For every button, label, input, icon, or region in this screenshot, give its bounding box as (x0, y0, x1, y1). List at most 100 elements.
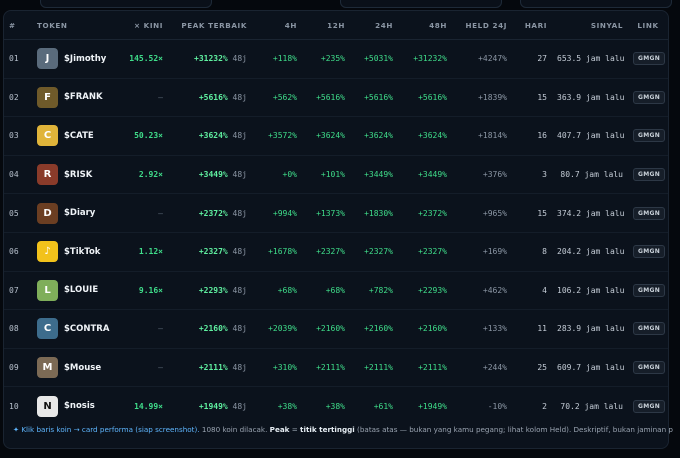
gmgn-link-button[interactable]: GMGN (633, 361, 666, 375)
token-cell[interactable]: M $Mouse (32, 348, 118, 388)
row-index: 08 (4, 309, 32, 349)
gmgn-link-button[interactable]: GMGN (633, 168, 666, 182)
gmgn-link-button[interactable]: GMGN (633, 52, 666, 66)
h48-value: +2327% (398, 232, 452, 272)
token-avatar-icon: M (37, 357, 58, 379)
top-tab-3 (520, 0, 672, 8)
h4-value: +310% (252, 348, 302, 388)
h12-value: +2111% (302, 348, 350, 388)
token-name: $FRANK (64, 92, 103, 103)
h4-value: +562% (252, 78, 302, 118)
peak-value: +2327% (198, 247, 228, 257)
table-row[interactable]: 08 C $CONTRA — +2160% 48j +2039% +2160% +2160% +… (4, 309, 668, 349)
col-token[interactable]: TOKEN (32, 11, 118, 40)
table-row[interactable]: 09 M $Mouse — +2111% 48j +310% +2111% +2111% +21… (4, 348, 668, 388)
token-cell[interactable]: F $FRANK (32, 78, 118, 118)
h24-value: +2111% (350, 348, 398, 388)
token-cell[interactable]: N $nosis (32, 387, 118, 425)
token-cell[interactable]: J $Jimothy (32, 39, 118, 79)
table-row[interactable]: 02 F $FRANK — +5616% 48j +562% +5616% +5616% +56… (4, 78, 668, 118)
h24-value: +2327% (350, 232, 398, 272)
peak-value: +31232% (194, 54, 228, 64)
table-row[interactable]: 07 L $LOUIE 9.16× +2293% 48j +68% +68% +782% +22… (4, 271, 668, 311)
gmgn-link-button[interactable]: GMGN (633, 129, 666, 143)
kini-value: — (118, 193, 168, 233)
gmgn-link-button[interactable]: GMGN (633, 206, 666, 220)
sinyal-value: 609.7 jam lalu (552, 348, 628, 388)
footer-hint: Klik baris koin → card performa (siap sc… (21, 425, 200, 434)
peak-unit: 48j (232, 170, 247, 180)
col-kini[interactable]: × KINI (118, 11, 168, 40)
col-hari[interactable]: HARI (512, 11, 552, 40)
hari-value: 25 (512, 348, 552, 388)
peak-cell: +3449% 48j (168, 155, 252, 195)
held-value: +1839% (452, 78, 512, 118)
footer-rest: (batas atas — bukan yang kamu pegang; li… (354, 425, 673, 434)
token-cell[interactable]: C $CONTRA (32, 309, 118, 349)
table-row[interactable]: 04 R $RISK 2.92× +3449% 48j +0% +101% +3449% +34… (4, 155, 668, 195)
token-cell[interactable]: C $CATE (32, 116, 118, 156)
h12-value: +2160% (302, 309, 350, 349)
gmgn-link-button[interactable]: GMGN (633, 283, 666, 297)
table-row[interactable]: 06 ♪ $TikTok 1.12× +2327% 48j +1678% +2327% +23… (4, 232, 668, 272)
leaderboard-panel: # TOKEN × KINI PEAK TERBAIK 4H 12H 24H 4… (3, 10, 669, 449)
hari-value: 27 (512, 39, 552, 79)
sparkle-icon: ✦ (13, 425, 20, 434)
peak-value: +2293% (198, 285, 228, 295)
gmgn-link-button[interactable]: GMGN (633, 399, 666, 413)
hari-value: 11 (512, 309, 552, 349)
top-tab-2 (340, 0, 502, 8)
held-value: +1814% (452, 116, 512, 156)
gmgn-link-button[interactable]: GMGN (633, 90, 666, 104)
held-value: +244% (452, 348, 512, 388)
h24-value: +5616% (350, 78, 398, 118)
row-index: 07 (4, 271, 32, 311)
gmgn-link-button[interactable]: GMGN (633, 322, 666, 336)
peak-value: +2111% (198, 363, 228, 373)
kini-value: — (118, 78, 168, 118)
token-cell[interactable]: ♪ $TikTok (32, 232, 118, 272)
token-name: $CONTRA (64, 323, 110, 334)
held-value: +376% (452, 155, 512, 195)
peak-unit: 48j (232, 363, 247, 373)
token-cell[interactable]: D $Diary (32, 193, 118, 233)
token-name: $Jimothy (64, 53, 107, 64)
token-cell[interactable]: R $RISK (32, 155, 118, 195)
row-index: 03 (4, 116, 32, 156)
col-held[interactable]: HELD 24J (452, 11, 512, 40)
link-cell: GMGN (628, 348, 668, 388)
col-12h[interactable]: 12H (302, 11, 350, 40)
peak-value: +3624% (198, 131, 228, 141)
gmgn-link-button[interactable]: GMGN (633, 245, 666, 259)
row-index: 05 (4, 193, 32, 233)
token-avatar-icon: C (37, 318, 58, 340)
token-cell[interactable]: L $LOUIE (32, 271, 118, 311)
h4-value: +68% (252, 271, 302, 311)
col-48h[interactable]: 48H (398, 11, 452, 40)
h12-value: +2327% (302, 232, 350, 272)
col-peak[interactable]: PEAK TERBAIK (168, 11, 252, 40)
h48-value: +2160% (398, 309, 452, 349)
peak-unit: 48j (232, 324, 247, 334)
table-row[interactable]: 01 J $Jimothy 145.52× +31232% 48j +118% +235% +… (4, 39, 668, 79)
token-name: $Diary (64, 208, 96, 219)
peak-cell: +2327% 48j (168, 232, 252, 272)
col-sinyal[interactable]: SINYAL (552, 11, 628, 40)
table-row[interactable]: 03 C $CATE 50.23× +3624% 48j +3572% +3624% +362… (4, 116, 668, 156)
h12-value: +235% (302, 39, 350, 79)
link-cell: GMGN (628, 39, 668, 79)
h4-value: +2039% (252, 309, 302, 349)
h12-value: +38% (325, 401, 345, 411)
peak-cell: +5616% 48j (168, 78, 252, 118)
peak-cell: +2160% 48j (168, 309, 252, 349)
scrollbar[interactable] (676, 10, 680, 447)
col-4h[interactable]: 4H (252, 11, 302, 40)
footer-note: ✦ Klik baris koin → card performa (siap … (3, 421, 673, 439)
token-avatar-icon: ♪ (37, 241, 58, 263)
peak-value: +2372% (198, 208, 228, 218)
table-row[interactable]: 05 D $Diary — +2372% 48j +994% +1373% +1830% +23… (4, 193, 668, 233)
col-24h[interactable]: 24H (350, 11, 398, 40)
table-row[interactable]: 10 N $nosis 14.99× +1949% 48j +38% +38% +61% +19… (4, 387, 668, 425)
link-cell: GMGN (628, 78, 668, 118)
h4-value: +1678% (252, 232, 302, 272)
